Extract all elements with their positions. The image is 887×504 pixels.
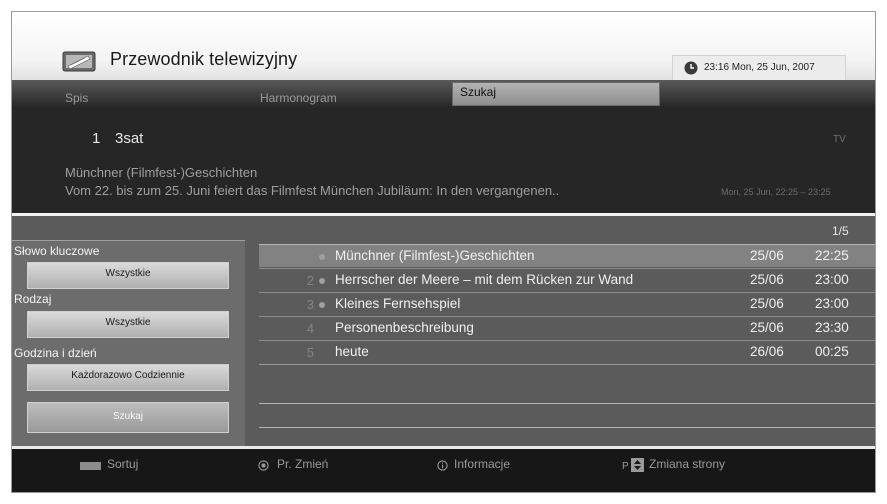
color-key-icon (80, 462, 101, 470)
page-indicator: 1/5 (832, 224, 849, 238)
tab-bar: Spis Harmonogram (12, 80, 875, 108)
bullet-icon (319, 278, 325, 284)
result-title: Kleines Fernsehspiel (335, 296, 461, 311)
result-time: 23:00 (815, 296, 849, 311)
tab-szukaj[interactable]: Szukaj (452, 82, 660, 106)
result-row[interactable]: 5 heute 26/06 00:25 (259, 340, 875, 363)
channel-number: 1 (92, 130, 101, 147)
result-title: heute (335, 344, 369, 359)
keyword-label: Słowo kluczowe (14, 244, 100, 258)
result-number: 4 (306, 321, 314, 336)
result-date: 25/06 (750, 296, 784, 311)
tv-guide-icon (62, 51, 96, 72)
program-description: Vom 22. bis zum 25. Juni feiert das Film… (65, 183, 560, 198)
row-divider (259, 427, 875, 428)
result-date: 25/06 (750, 248, 784, 263)
result-row[interactable]: 3 Kleines Fernsehspiel 25/06 23:00 (259, 292, 875, 315)
result-number: 2 (306, 273, 314, 288)
result-time: 00:25 (815, 344, 849, 359)
results-list: Münchner (Filmfest-)Geschichten 25/06 22… (259, 240, 875, 446)
program-time: Mon, 25 Jun, 22:25 – 23:25 (721, 187, 831, 197)
ok-button-icon (258, 460, 269, 471)
page-up-down-icon: P (622, 458, 644, 472)
result-title: Herrscher der Meere – mit dem Rücken zur… (335, 272, 634, 287)
tab-spis[interactable]: Spis (65, 91, 88, 105)
search-button[interactable]: Szukaj (27, 402, 229, 433)
result-row[interactable]: 2 Herrscher der Meere – mit dem Rücken z… (259, 268, 875, 291)
bullet-icon (319, 302, 325, 308)
result-row[interactable]: Münchner (Filmfest-)Geschichten 25/06 22… (259, 244, 875, 267)
genre-select[interactable]: Wszystkie (27, 311, 229, 338)
result-title: Münchner (Filmfest-)Geschichten (335, 248, 535, 263)
result-number: 5 (306, 345, 314, 360)
bullet-icon (319, 254, 325, 260)
result-time: 22:25 (815, 248, 849, 263)
program-title: Münchner (Filmfest-)Geschichten (65, 165, 258, 180)
info-hint: Informacje (454, 457, 511, 471)
keyword-select[interactable]: Wszystkie (27, 262, 229, 289)
page-key-label: P (622, 461, 629, 472)
result-time: 23:30 (815, 320, 849, 335)
page-title: Przewodnik telewizyjny (110, 49, 298, 69)
result-number: 3 (306, 297, 314, 312)
row-divider (259, 403, 875, 404)
genre-label: Rodzaj (14, 292, 52, 306)
clock-display: 23:16 Mon, 25 Jun, 2007 (672, 55, 846, 81)
channel-name: 3sat (115, 130, 144, 147)
search-content: 1/5 Słowo kluczowe Wszystkie Rodzaj Wszy… (12, 216, 875, 446)
result-time: 23:00 (815, 272, 849, 287)
change-channel-hint: Pr. Zmień (277, 457, 329, 471)
channel-type: TV (833, 134, 846, 145)
page-change-hint: Zmiana strony (649, 457, 726, 471)
sort-hint: Sortuj (107, 457, 139, 471)
time-label: Godzina i dzień (14, 346, 97, 360)
time-select[interactable]: Każdorazowo Codziennie (27, 364, 229, 391)
info-icon (437, 460, 448, 471)
result-date: 25/06 (750, 320, 784, 335)
clock-icon (684, 61, 698, 75)
row-divider (259, 364, 875, 365)
header: Przewodnik telewizyjny 23:16 Mon, 25 Jun… (12, 12, 875, 81)
search-filters: Słowo kluczowe Wszystkie Rodzaj Wszystki… (12, 240, 245, 446)
program-info-panel: 1 3sat TV Münchner (Filmfest-)Geschichte… (12, 108, 875, 213)
result-date: 25/06 (750, 272, 784, 287)
result-row[interactable]: 4 Personenbeschreibung 25/06 23:30 (259, 316, 875, 339)
footer-legend: Sortuj Pr. Zmień Informacje P Zmiana str… (12, 449, 875, 492)
result-date: 26/06 (750, 344, 784, 359)
tv-guide-screen: Przewodnik telewizyjny 23:16 Mon, 25 Jun… (11, 11, 876, 493)
tab-harmonogram[interactable]: Harmonogram (260, 91, 337, 105)
clock-text: 23:16 Mon, 25 Jun, 2007 (704, 62, 815, 73)
result-title: Personenbeschreibung (335, 320, 474, 335)
